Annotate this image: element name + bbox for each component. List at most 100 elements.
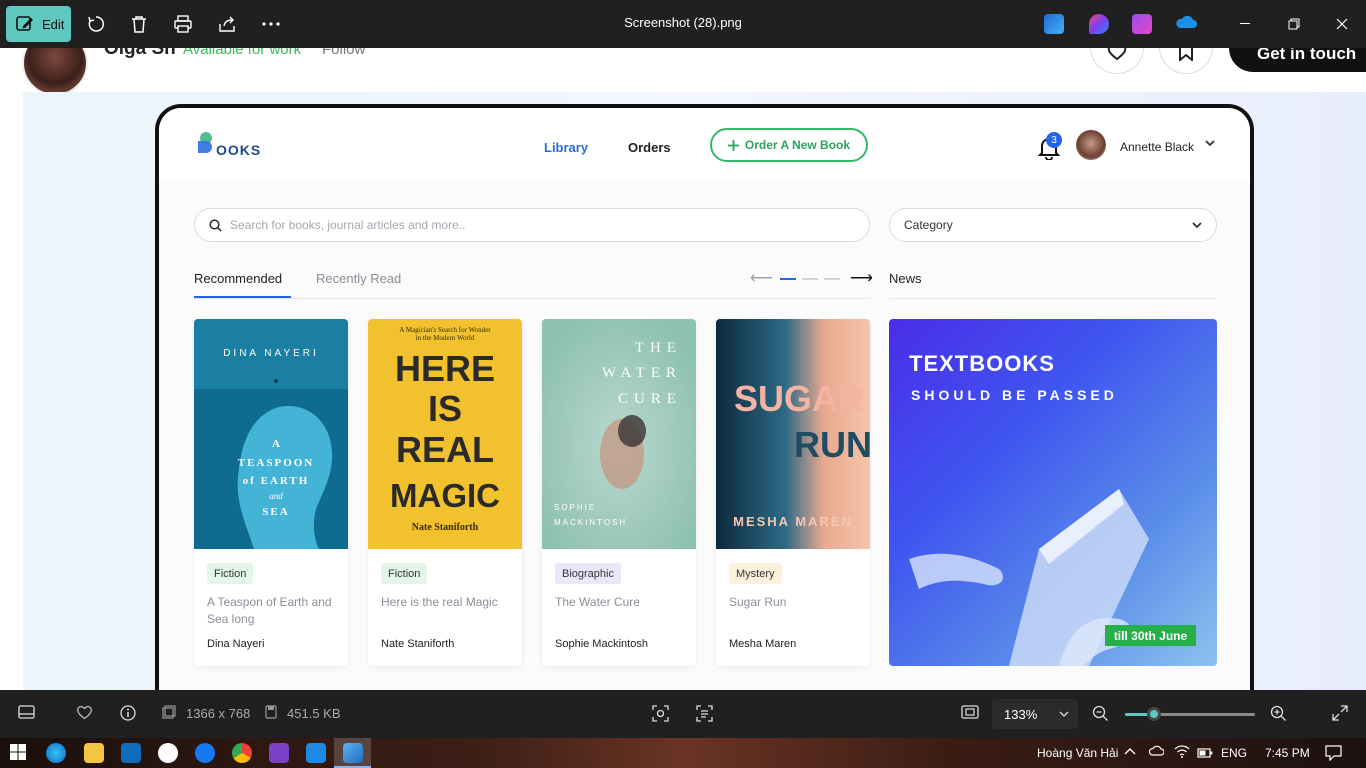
carousel-dot-active[interactable]	[780, 278, 796, 280]
like-button[interactable]	[1090, 48, 1144, 74]
book-author: Dina Nayeri	[207, 638, 265, 650]
photos-app-icon[interactable]	[343, 743, 363, 763]
zoom-out-icon[interactable]	[1092, 705, 1109, 725]
arrow-left-icon[interactable]: ⟵	[750, 268, 773, 288]
more-options-icon[interactable]	[259, 12, 283, 36]
availability-status: Available for work	[183, 48, 302, 58]
taskbar-clock[interactable]: 7:45 PM	[1265, 746, 1310, 760]
designer-name[interactable]: Olga Sh	[104, 48, 176, 60]
search-placeholder: Search for books, journal articles and m…	[230, 218, 466, 232]
arrow-right-icon[interactable]: ⟶	[850, 268, 873, 288]
delete-icon[interactable]	[127, 12, 151, 36]
edge-icon[interactable]	[46, 743, 66, 763]
restore-icon[interactable]	[1282, 12, 1306, 36]
genre-badge: Biographic	[555, 563, 621, 584]
chevron-down-icon	[1059, 711, 1069, 717]
book-title: Here is the real Magic	[381, 595, 498, 609]
file-explorer-icon[interactable]	[84, 743, 104, 763]
nav-library[interactable]: Library	[544, 140, 588, 155]
zoom-slider-handle[interactable]	[1146, 707, 1161, 721]
close-icon[interactable]	[1330, 12, 1354, 36]
book-cover[interactable]: A Magician's Search for Wonder in the Mo…	[368, 319, 522, 549]
book-card[interactable]: A Magician's Search for Wonder in the Mo…	[368, 319, 522, 666]
chevron-up-icon[interactable]	[1124, 744, 1136, 758]
cloud-icon[interactable]	[1148, 745, 1165, 759]
search-icon	[209, 218, 222, 232]
outlook-icon[interactable]	[121, 743, 141, 763]
user-avatar[interactable]	[1076, 130, 1106, 160]
book-author: Mesha Maren	[729, 638, 797, 650]
share-icon[interactable]	[215, 12, 239, 36]
fit-to-window-icon[interactable]	[961, 705, 979, 722]
carousel-dot[interactable]	[824, 278, 840, 280]
file-title: Screenshot (28).png	[624, 15, 742, 30]
book-title: The Water Cure	[555, 595, 640, 609]
windows-start-icon[interactable]	[9, 743, 29, 763]
cover-title-line: TEASPOON	[238, 457, 315, 469]
zoom-select[interactable]: 133%	[992, 699, 1078, 729]
cover-author: MACKINTOSH	[554, 518, 627, 527]
vscode-icon[interactable]	[306, 743, 326, 763]
logo-text[interactable]: OOKS	[216, 142, 261, 158]
book-author: Sophie Mackintosh	[555, 638, 648, 650]
designer-app-icon[interactable]	[1044, 14, 1064, 34]
notifications-icon[interactable]	[1325, 745, 1342, 764]
file-size-icon	[265, 705, 277, 722]
minimize-icon[interactable]	[1234, 12, 1258, 36]
book-cover[interactable]: THE WATER CURE SOPHIE MACKINTOSH	[542, 319, 696, 549]
windows-taskbar: Hoàng Văn Hải ENG 7:45 PM	[0, 738, 1366, 768]
info-icon[interactable]	[120, 705, 136, 724]
user-name[interactable]: Annette Black	[1120, 140, 1194, 154]
book-card[interactable]: THE WATER CURE SOPHIE MACKINTOSH Biograp…	[542, 319, 696, 666]
image-canvas: Olga Sh Available for work Follow Get in…	[0, 48, 1366, 690]
copilot-app-icon[interactable]	[1089, 14, 1109, 34]
order-new-book-button[interactable]: Order A New Book	[710, 128, 868, 162]
bookmark-button[interactable]	[1159, 48, 1213, 74]
book-card[interactable]: DINA NAYERI A TEASPOON of EARTH and SEA …	[194, 319, 348, 666]
rotate-icon[interactable]	[84, 12, 108, 36]
zalo-icon[interactable]	[158, 743, 178, 763]
chevron-down-icon[interactable]	[1205, 139, 1215, 150]
text-scan-icon[interactable]	[696, 705, 713, 725]
fullscreen-icon[interactable]	[1332, 705, 1348, 724]
chevron-down-icon	[1192, 221, 1202, 228]
heart-icon	[1107, 48, 1127, 61]
favorite-heart-icon[interactable]	[76, 705, 93, 723]
book-cover[interactable]: DINA NAYERI A TEASPOON of EARTH and SEA	[194, 319, 348, 549]
search-input[interactable]: Search for books, journal articles and m…	[194, 208, 870, 242]
carousel-dot[interactable]	[802, 278, 818, 280]
follow-link[interactable]: Follow	[322, 48, 365, 58]
visual-search-icon[interactable]	[652, 705, 669, 725]
facebook-icon[interactable]	[195, 743, 215, 763]
tab-recommended[interactable]: Recommended	[194, 271, 282, 286]
language-indicator[interactable]: ENG	[1221, 746, 1247, 760]
chrome-icon[interactable]	[232, 743, 252, 763]
cover-title-line: CURE	[618, 391, 682, 407]
zoom-in-icon[interactable]	[1270, 705, 1287, 725]
taskbar-user-name[interactable]: Hoàng Văn Hải	[1037, 746, 1118, 760]
news-subline: SHOULD BE PASSED	[911, 387, 1118, 403]
book-cover[interactable]: SUGAR RUN MESHA MAREN	[716, 319, 870, 549]
edit-button[interactable]: Edit	[6, 6, 71, 42]
book-author: Nate Staniforth	[381, 638, 455, 650]
print-icon[interactable]	[171, 12, 195, 36]
onedrive-icon[interactable]	[1175, 14, 1197, 34]
book-title: Sugar Run	[729, 595, 787, 609]
get-in-touch-button[interactable]: Get in touch	[1229, 48, 1366, 72]
wifi-icon[interactable]	[1174, 744, 1190, 761]
clipchamp-app-icon[interactable]	[1132, 14, 1152, 34]
visual-studio-icon[interactable]	[269, 743, 289, 763]
cover-title-line: SUGAR	[734, 378, 864, 419]
tab-recently-read[interactable]: Recently Read	[316, 271, 401, 286]
battery-icon[interactable]	[1197, 747, 1213, 761]
designer-profile-strip: Olga Sh Available for work Follow Get in…	[0, 48, 1366, 96]
cover-title-line: IS	[428, 388, 462, 429]
category-select[interactable]: Category	[889, 208, 1217, 242]
cover-author: MESHA MAREN	[733, 514, 853, 529]
filmstrip-icon[interactable]	[18, 705, 35, 722]
nav-orders[interactable]: Orders	[628, 140, 671, 155]
designer-avatar[interactable]	[22, 48, 88, 96]
news-promo-card[interactable]: TEXTBOOKS SHOULD BE PASSED till 30th Jun…	[889, 319, 1217, 666]
active-tab-underline	[194, 296, 291, 298]
book-card[interactable]: SUGAR RUN MESHA MAREN Mystery Sugar Run …	[716, 319, 870, 666]
